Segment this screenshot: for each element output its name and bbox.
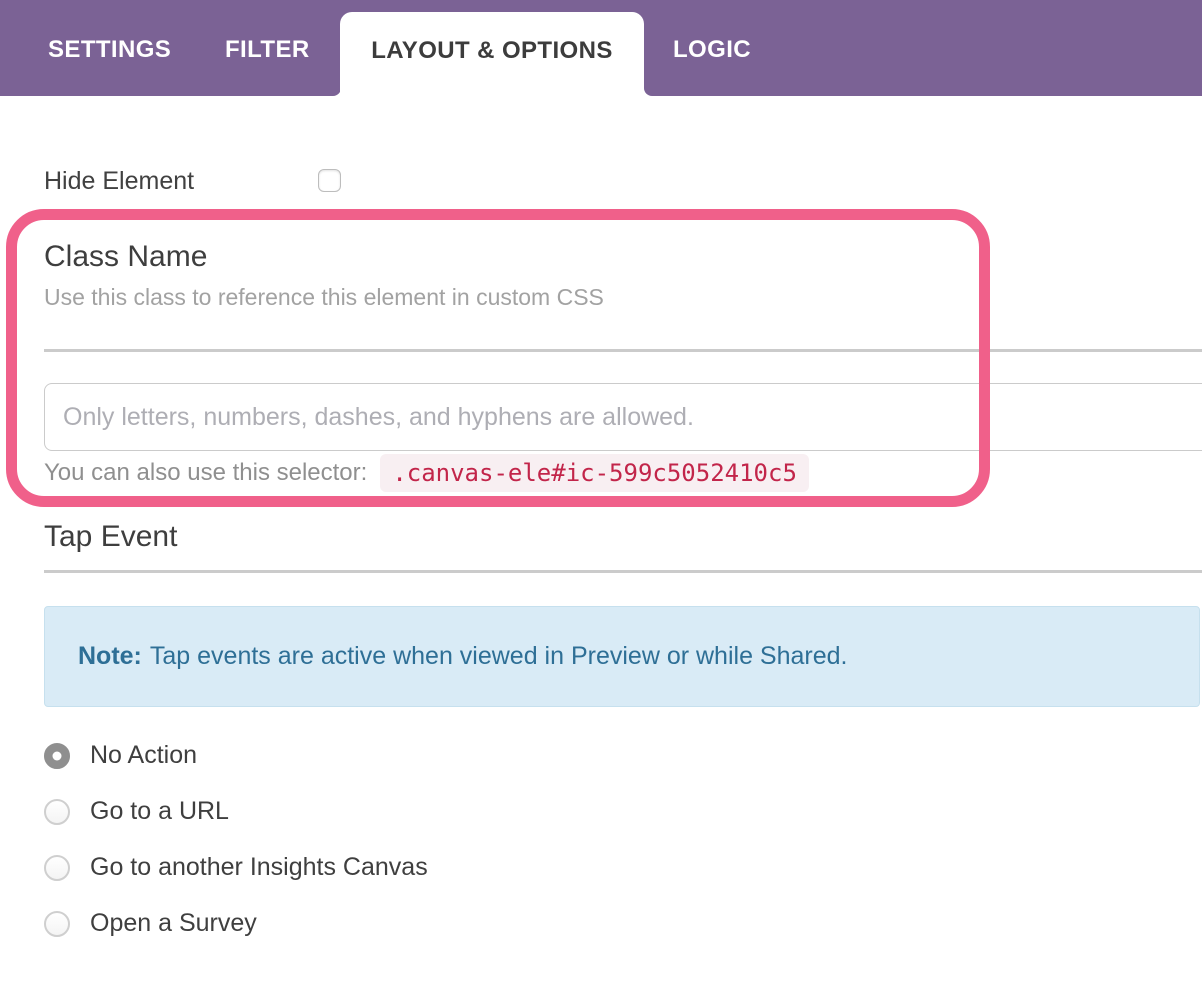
hide-element-checkbox[interactable]	[318, 169, 341, 192]
radio-label: Go to a URL	[90, 797, 229, 825]
radio-option-go-to-url[interactable]: Go to a URL	[44, 797, 428, 825]
note-label: Note:	[78, 642, 142, 670]
tab-settings[interactable]: SETTINGS	[48, 36, 171, 64]
radio-button[interactable]	[44, 910, 70, 937]
tab-filter[interactable]: FILTER	[225, 36, 310, 64]
radio-button[interactable]	[44, 854, 70, 881]
radio-button[interactable]	[44, 798, 70, 825]
tab-layout-options-label: LAYOUT & OPTIONS	[371, 37, 613, 64]
class-name-divider	[44, 349, 1202, 352]
class-name-subtitle: Use this class to reference this element…	[44, 284, 604, 310]
note-box: Note: Tap events are active when viewed …	[44, 606, 1200, 707]
radio-option-go-to-canvas[interactable]: Go to another Insights Canvas	[44, 853, 428, 881]
class-name-title: Class Name	[44, 240, 208, 273]
radio-option-open-survey[interactable]: Open a Survey	[44, 909, 428, 937]
selector-hint-row: You can also use this selector: .canvas-…	[44, 452, 809, 494]
tab-logic[interactable]: LOGIC	[673, 36, 751, 64]
tab-bar-left-shoulder	[0, 88, 341, 96]
radio-label: Open a Survey	[90, 909, 257, 937]
tab-layout-options[interactable]: LAYOUT & OPTIONS	[340, 12, 644, 106]
tab-bar-right-shoulder	[644, 88, 1202, 96]
radio-button[interactable]	[44, 742, 70, 769]
tap-event-title: Tap Event	[44, 520, 178, 553]
class-name-input[interactable]	[44, 383, 1202, 451]
radio-option-no-action[interactable]: No Action	[44, 741, 428, 769]
radio-label: Go to another Insights Canvas	[90, 853, 428, 881]
tap-event-options: No Action Go to a URL Go to another Insi…	[44, 741, 428, 966]
selector-hint-label: You can also use this selector:	[44, 459, 368, 486]
note-text: Tap events are active when viewed in Pre…	[149, 642, 848, 670]
selector-code: .canvas-ele#ic-599c5052410c5	[380, 454, 809, 492]
radio-label: No Action	[90, 741, 198, 769]
tap-event-divider	[44, 570, 1202, 573]
hide-element-label: Hide Element	[44, 167, 195, 195]
